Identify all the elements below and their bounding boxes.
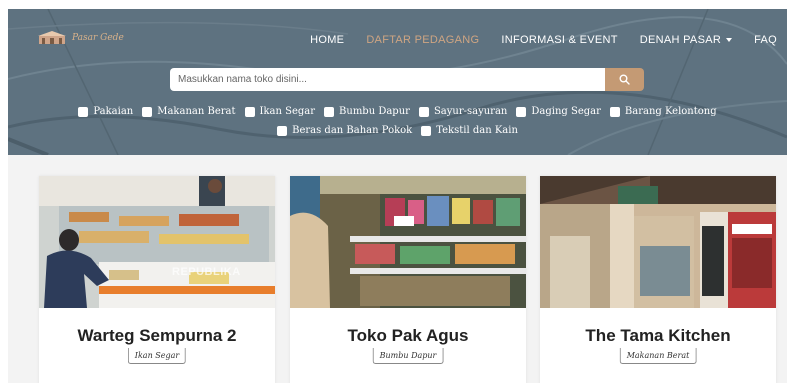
navbar: Pasar Gede HOME DAFTAR PEDAGANG INFORMAS… — [8, 9, 787, 71]
brand-logo[interactable]: Pasar Gede — [38, 31, 124, 45]
category-tag: Bumbu Dapur — [372, 348, 444, 364]
filter-bumbu-dapur[interactable]: Bumbu Dapur — [324, 106, 410, 117]
merchant-name: Toko Pak Agus — [347, 326, 469, 345]
merchant-name: Warteg Sempurna 2 — [77, 326, 237, 345]
checkbox[interactable] — [418, 106, 429, 117]
filter-makanan-berat[interactable]: Makanan Berat — [142, 106, 236, 117]
filter-label: Tekstil dan Kain — [436, 125, 518, 136]
nav-faq[interactable]: FAQ — [754, 34, 777, 46]
checkbox[interactable] — [516, 106, 527, 117]
nav-home[interactable]: HOME — [310, 34, 344, 46]
category-filters: Pakaian Makanan Berat Ikan Segar Bumbu D… — [8, 106, 787, 144]
checkbox[interactable] — [609, 106, 620, 117]
filter-label: Pakaian — [93, 106, 134, 117]
nav-links: HOME DAFTAR PEDAGANG INFORMASI & EVENT D… — [310, 34, 777, 46]
nav-daftar-pedagang[interactable]: DAFTAR PEDAGANG — [366, 34, 479, 46]
checkbox[interactable] — [142, 106, 153, 117]
warteg-photo-image — [39, 176, 275, 308]
search-icon — [619, 74, 630, 85]
category-tag: Makanan Berat — [619, 348, 697, 364]
brand-name: Pasar Gede — [72, 33, 124, 43]
filter-label: Bumbu Dapur — [339, 106, 410, 117]
checkbox[interactable] — [244, 106, 255, 117]
filter-beras-bahan-pokok[interactable]: Beras dan Bahan Pokok — [277, 125, 412, 136]
checkbox[interactable] — [78, 106, 89, 117]
filter-pakaian[interactable]: Pakaian — [78, 106, 133, 117]
checkbox[interactable] — [421, 125, 432, 136]
filter-ikan-segar[interactable]: Ikan Segar — [244, 106, 316, 117]
hero-header: Pasar Gede HOME DAFTAR PEDAGANG INFORMAS… — [8, 9, 787, 155]
nav-denah-pasar-dropdown[interactable]: DENAH PASAR — [639, 34, 733, 46]
category-tag: Ikan Segar — [127, 348, 187, 364]
filter-sayur-sayuran[interactable]: Sayur-sayuran — [418, 106, 508, 117]
filter-label: Sayur-sayuran — [433, 106, 508, 117]
filter-label: Ikan Segar — [259, 106, 316, 117]
search-bar — [170, 68, 644, 91]
merchant-photo: REPUBLIKA — [39, 176, 275, 308]
merchant-photo — [290, 176, 526, 308]
filter-row-1: Pakaian Makanan Berat Ikan Segar Bumbu D… — [8, 106, 787, 117]
merchant-card[interactable]: REPUBLIKA Warteg Sempurna 2 Ikan Segar — [39, 176, 275, 383]
filter-label: Makanan Berat — [157, 106, 236, 117]
filter-label: Daging Segar — [531, 106, 601, 117]
search-button[interactable] — [605, 68, 644, 91]
photo-watermark: REPUBLIKA — [172, 266, 241, 278]
filter-tekstil-kain[interactable]: Tekstil dan Kain — [421, 125, 518, 136]
toko-photo-image — [290, 176, 526, 308]
checkbox[interactable] — [277, 125, 288, 136]
merchant-card[interactable]: The Tama Kitchen Makanan Berat — [540, 176, 776, 383]
merchant-name: The Tama Kitchen — [585, 326, 731, 345]
nav-denah-label: DENAH PASAR — [639, 34, 722, 46]
tama-kitchen-photo-image — [540, 176, 776, 308]
filter-label: Barang Kelontong — [624, 106, 717, 117]
filter-label: Beras dan Bahan Pokok — [292, 125, 413, 136]
checkbox[interactable] — [324, 106, 335, 117]
market-building-icon — [38, 31, 66, 44]
caret-down-icon — [726, 38, 733, 43]
page: Pasar Gede HOME DAFTAR PEDAGANG INFORMAS… — [8, 9, 787, 383]
filter-row-2: Beras dan Bahan Pokok Tekstil dan Kain — [8, 125, 787, 136]
filter-daging-segar[interactable]: Daging Segar — [516, 106, 601, 117]
filter-barang-kelontong[interactable]: Barang Kelontong — [609, 106, 717, 117]
search-input[interactable] — [170, 68, 605, 91]
merchant-photo — [540, 176, 776, 308]
merchant-card[interactable]: Toko Pak Agus Bumbu Dapur — [290, 176, 526, 383]
nav-informasi-event[interactable]: INFORMASI & EVENT — [501, 34, 617, 46]
